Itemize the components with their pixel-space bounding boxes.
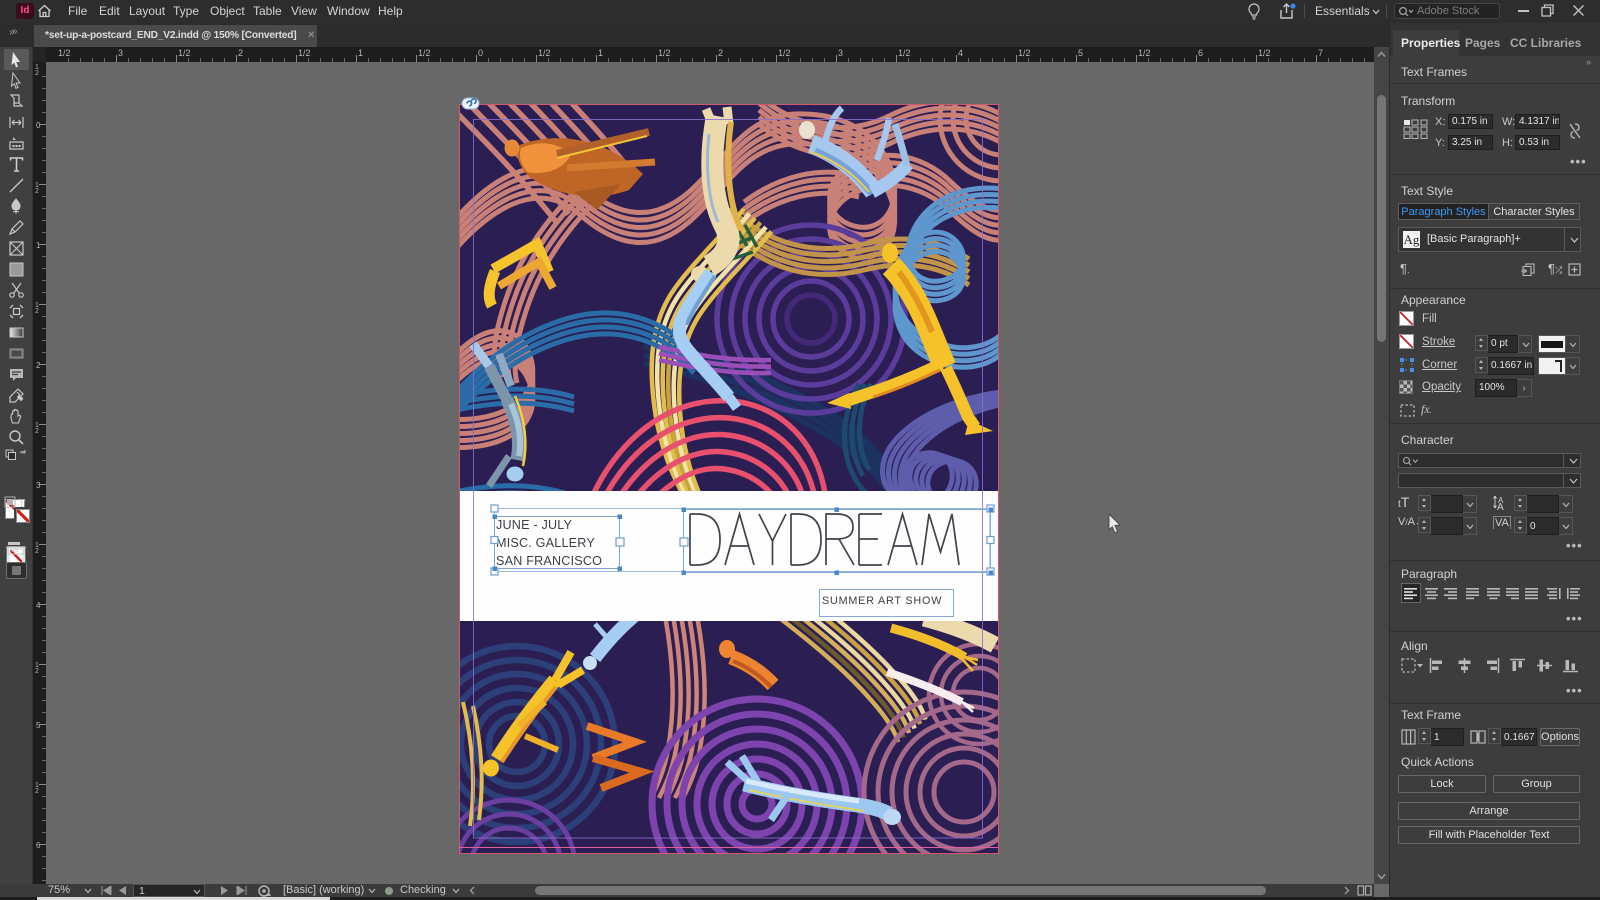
svg-text:JUNE - JULY: JUNE - JULY (496, 518, 573, 532)
svg-text:SAN FRANCISCO: SAN FRANCISCO (496, 554, 602, 568)
svg-text:MISC. GALLERY: MISC. GALLERY (496, 536, 595, 550)
svg-text:T: T (18, 496, 26, 509)
svg-text:A: A (1497, 502, 1504, 511)
svg-text:SUMMER ART SHOW: SUMMER ART SHOW (822, 595, 942, 607)
